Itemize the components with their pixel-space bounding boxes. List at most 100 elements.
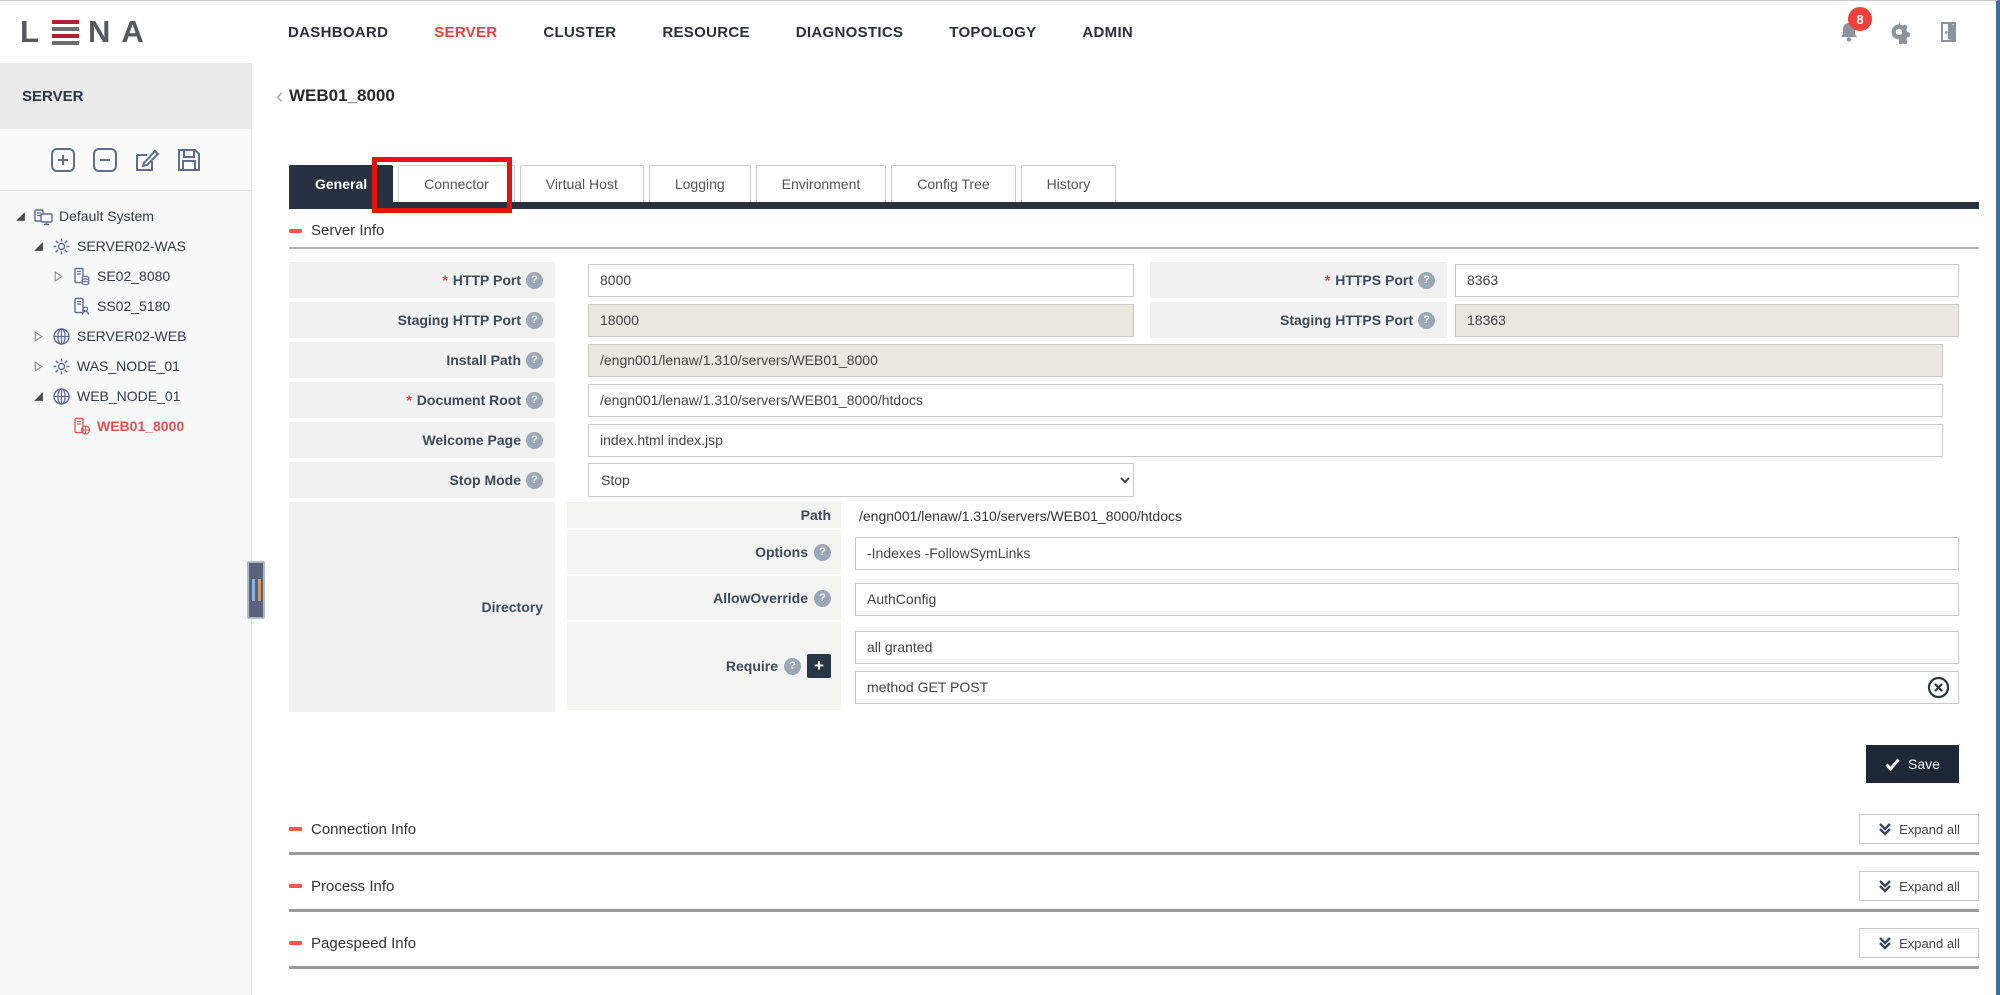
https-port-input[interactable] bbox=[1455, 264, 1959, 297]
help-icon[interactable]: ? bbox=[814, 544, 831, 561]
tree-item-label: SERVER02-WEB bbox=[77, 328, 186, 344]
top-header: L N A DASHBOARD SERVER CLUSTER RESOURCE … bbox=[0, 1, 1996, 63]
save-button[interactable]: Save bbox=[1866, 745, 1959, 783]
double-chevron-down-icon bbox=[1878, 879, 1892, 893]
nav-dashboard[interactable]: DASHBOARD bbox=[288, 24, 388, 41]
section-dash-icon bbox=[289, 229, 302, 233]
tree-item-was-node-01[interactable]: WAS_NODE_01 bbox=[0, 351, 251, 381]
sidebar: SERVER Default System bbox=[0, 63, 252, 995]
require-input-1[interactable] bbox=[855, 631, 1959, 664]
check-icon bbox=[1885, 758, 1900, 771]
expand-all-process-button[interactable]: Expand all bbox=[1859, 871, 1979, 901]
tree-item-label: SS02_5180 bbox=[97, 298, 170, 314]
directory-label-cell: Directory bbox=[289, 502, 555, 712]
required-marker: * bbox=[1325, 272, 1330, 288]
install-path-label-cell: Install Path ? bbox=[289, 342, 555, 378]
welcome-page-input[interactable] bbox=[588, 424, 1943, 457]
nav-resource[interactable]: RESOURCE bbox=[662, 24, 749, 41]
tree-item-default-system[interactable]: Default System bbox=[0, 201, 251, 231]
top-navigation: DASHBOARD SERVER CLUSTER RESOURCE DIAGNO… bbox=[288, 24, 1133, 41]
http-port-label-cell: * HTTP Port ? bbox=[289, 262, 555, 298]
logo-letter-a: A bbox=[121, 14, 147, 50]
staging-http-port-input[interactable] bbox=[588, 304, 1134, 337]
notification-bell-icon[interactable]: 8 bbox=[1836, 19, 1862, 45]
tree-item-web01-8000[interactable]: WEB01_8000 bbox=[0, 411, 251, 441]
help-icon[interactable]: ? bbox=[526, 432, 543, 449]
sidebar-resize-handle[interactable] bbox=[247, 561, 265, 619]
settings-gear-icon[interactable] bbox=[1886, 19, 1912, 45]
require-input-2[interactable] bbox=[855, 671, 1959, 704]
tree-edit-button[interactable] bbox=[133, 146, 160, 173]
caret-collapsed-icon[interactable] bbox=[32, 330, 45, 343]
field-label: AllowOverride bbox=[713, 590, 808, 606]
remove-require-icon[interactable] bbox=[1927, 676, 1950, 699]
section-dash-icon bbox=[289, 827, 302, 831]
logo-letter-n: N bbox=[88, 14, 114, 50]
section-server-info: Server Info bbox=[289, 222, 1979, 249]
help-icon[interactable]: ? bbox=[526, 352, 543, 369]
tree-item-se02-8080[interactable]: SE02_8080 bbox=[0, 261, 251, 291]
tab-config-tree[interactable]: Config Tree bbox=[891, 165, 1015, 202]
stop-mode-select[interactable]: Stop bbox=[588, 463, 1134, 497]
https-port-label-cell: * HTTPS Port ? bbox=[1150, 262, 1447, 298]
document-root-input[interactable] bbox=[588, 384, 1943, 417]
help-icon[interactable]: ? bbox=[526, 472, 543, 489]
tab-environment[interactable]: Environment bbox=[756, 165, 887, 202]
tab-history[interactable]: History bbox=[1021, 165, 1117, 202]
tab-bar: General Connector Virtual Host Logging E… bbox=[289, 165, 1979, 209]
nav-server[interactable]: SERVER bbox=[434, 24, 497, 41]
section-title: Pagespeed Info bbox=[311, 935, 416, 952]
help-icon[interactable]: ? bbox=[1418, 312, 1435, 329]
caret-collapsed-icon[interactable] bbox=[32, 360, 45, 373]
field-label: Staging HTTP Port bbox=[398, 312, 521, 328]
help-icon[interactable]: ? bbox=[526, 392, 543, 409]
tree-save-button[interactable] bbox=[175, 146, 202, 173]
nav-admin[interactable]: ADMIN bbox=[1082, 24, 1133, 41]
main-panel: ‹ WEB01_8000 General Connector Virtual H… bbox=[252, 63, 1996, 995]
options-label-cell: Options ? bbox=[567, 530, 841, 576]
help-icon[interactable]: ? bbox=[1418, 272, 1435, 289]
tree-remove-button[interactable] bbox=[91, 146, 118, 173]
sidebar-toolbar bbox=[0, 129, 251, 191]
tree-item-server02-was[interactable]: SERVER02-WAS bbox=[0, 231, 251, 261]
caret-expanded-icon[interactable] bbox=[14, 210, 27, 223]
section-title: Connection Info bbox=[311, 821, 416, 838]
help-icon[interactable]: ? bbox=[526, 272, 543, 289]
expand-all-pagespeed-button[interactable]: Expand all bbox=[1859, 928, 1979, 958]
tab-general[interactable]: General bbox=[289, 165, 393, 202]
tree-item-label: WEB_NODE_01 bbox=[77, 388, 180, 404]
staging-http-port-label-cell: Staging HTTP Port ? bbox=[289, 302, 555, 338]
expand-all-connection-button[interactable]: Expand all bbox=[1859, 814, 1979, 844]
tree-item-web-node-01[interactable]: WEB_NODE_01 bbox=[0, 381, 251, 411]
help-icon[interactable]: ? bbox=[784, 658, 801, 675]
section-dash-icon bbox=[289, 884, 302, 888]
tree-item-ss02-5180[interactable]: SS02_5180 bbox=[0, 291, 251, 321]
staging-https-port-input[interactable] bbox=[1455, 304, 1959, 337]
nav-cluster[interactable]: CLUSTER bbox=[543, 24, 616, 41]
tree-add-button[interactable] bbox=[49, 146, 76, 173]
help-icon[interactable]: ? bbox=[526, 312, 543, 329]
http-port-input[interactable] bbox=[588, 264, 1134, 297]
tab-virtual-host[interactable]: Virtual Host bbox=[520, 165, 644, 202]
directory-group: Directory Path /engn001/lenaw/1.310/serv… bbox=[289, 502, 1959, 712]
logout-door-icon[interactable] bbox=[1936, 19, 1962, 45]
tree-item-server02-web[interactable]: SERVER02-WEB bbox=[0, 321, 251, 351]
tree-item-label: WAS_NODE_01 bbox=[77, 358, 180, 374]
notification-badge: 8 bbox=[1848, 7, 1872, 31]
collapse-sidebar-chevron[interactable]: ‹ bbox=[276, 85, 283, 107]
options-input[interactable] bbox=[855, 537, 1959, 570]
caret-expanded-icon[interactable] bbox=[32, 390, 45, 403]
install-path-input[interactable] bbox=[588, 344, 1943, 377]
caret-expanded-icon[interactable] bbox=[32, 240, 45, 253]
tab-connector[interactable]: Connector bbox=[398, 165, 515, 202]
help-icon[interactable]: ? bbox=[814, 590, 831, 607]
tab-logging[interactable]: Logging bbox=[649, 165, 751, 202]
add-require-button[interactable]: + bbox=[807, 654, 831, 678]
allowoverride-input[interactable] bbox=[855, 583, 1959, 616]
nav-diagnostics[interactable]: DIAGNOSTICS bbox=[796, 24, 903, 41]
globe-icon bbox=[51, 386, 71, 406]
nav-topology[interactable]: TOPOLOGY bbox=[949, 24, 1036, 41]
lena-logo: L N A bbox=[0, 14, 252, 50]
caret-collapsed-icon[interactable] bbox=[52, 270, 65, 283]
caret-none bbox=[52, 420, 65, 433]
